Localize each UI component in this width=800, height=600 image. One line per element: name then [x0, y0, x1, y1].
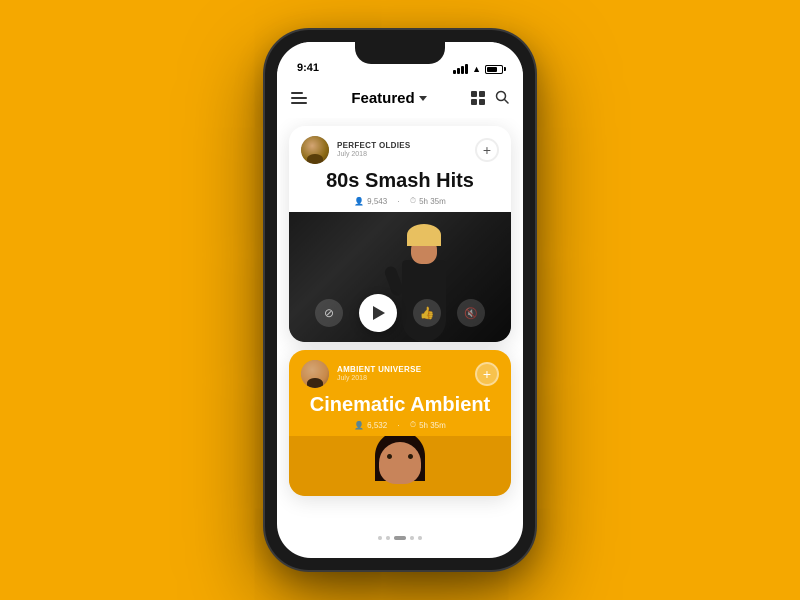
- singer2-left-eye: [387, 454, 392, 459]
- card1-meta: 👤 9,543 · ⏱ 5h 35m: [289, 196, 511, 212]
- card1-duration: ⏱ 5h 35m: [410, 196, 446, 206]
- card1-add-button[interactable]: +: [475, 138, 499, 162]
- grid-cell: [471, 99, 477, 105]
- phone-frame: 9:41 ▲ Featured: [265, 30, 535, 570]
- status-time: 9:41: [297, 62, 319, 74]
- app-header: Featured: [277, 78, 523, 118]
- grid-cell: [479, 99, 485, 105]
- card2-likes-count: 6,532: [367, 421, 387, 430]
- card1-user-info: PERFECT OLDIES July 2018: [337, 142, 411, 158]
- header-right-icons: [471, 90, 509, 107]
- singer-hair: [407, 224, 441, 246]
- menu-button[interactable]: [291, 92, 307, 104]
- status-icons: ▲: [453, 64, 503, 74]
- signal-icon: [453, 64, 468, 74]
- card2-bottom-image: [289, 436, 511, 496]
- notch: [355, 42, 445, 64]
- card2-dot-separator: ·: [397, 421, 400, 430]
- grid-view-icon[interactable]: [471, 91, 485, 105]
- singer2-right-eye: [408, 454, 413, 459]
- menu-line: [291, 102, 307, 104]
- card2-header: AMBIENT UNIVERSE July 2018 +: [289, 350, 511, 392]
- grid-cell: [479, 91, 485, 97]
- phone-screen: 9:41 ▲ Featured: [277, 42, 523, 558]
- card1-likes-count: 9,543: [367, 197, 387, 206]
- featured-dropdown[interactable]: Featured: [351, 90, 426, 107]
- card1-avatar: [301, 136, 329, 164]
- card1-user-date: July 2018: [337, 151, 411, 159]
- singer2-face: [379, 442, 421, 484]
- person-icon: 👤: [354, 421, 364, 430]
- search-icon[interactable]: [495, 90, 509, 107]
- person-icon: 👤: [354, 197, 364, 206]
- card-cinematic-ambient: AMBIENT UNIVERSE July 2018 + Cinematic A…: [289, 350, 511, 496]
- card2-duration: ⏱ 5h 35m: [410, 420, 446, 430]
- video-controls: ⊘ 👍 🔇: [289, 294, 511, 332]
- play-button[interactable]: [359, 294, 397, 332]
- grid-cell: [471, 91, 477, 97]
- header-title: Featured: [351, 90, 414, 107]
- like-button[interactable]: 👍: [413, 299, 441, 327]
- battery-icon: [485, 65, 503, 74]
- card-80s-smash-hits: PERFECT OLDIES July 2018 + 80s Smash Hit…: [289, 126, 511, 342]
- volume-mute-button[interactable]: 🔇: [457, 299, 485, 327]
- card1-header: PERFECT OLDIES July 2018 +: [289, 126, 511, 168]
- clock-icon: ⏱: [410, 196, 416, 206]
- card2-add-button[interactable]: +: [475, 362, 499, 386]
- card1-dot-separator: ·: [397, 197, 400, 206]
- no-entry-button[interactable]: ⊘: [315, 299, 343, 327]
- card2-user-name: AMBIENT UNIVERSE: [337, 366, 421, 375]
- card2-user-date: July 2018: [337, 375, 421, 383]
- card1-duration-value: 5h 35m: [419, 197, 446, 206]
- card2-meta: 👤 6,532 · ⏱ 5h 35m: [289, 420, 511, 436]
- card2-likes: 👤 6,532: [354, 421, 387, 430]
- scroll-content: PERFECT OLDIES July 2018 + 80s Smash Hit…: [277, 118, 523, 558]
- card1-video[interactable]: ⊘ 👍 🔇: [289, 212, 511, 342]
- card1-user: PERFECT OLDIES July 2018: [301, 136, 411, 164]
- card2-title: Cinematic Ambient: [289, 392, 511, 420]
- menu-line: [291, 97, 307, 99]
- card1-user-name: PERFECT OLDIES: [337, 142, 411, 151]
- chevron-down-icon: [419, 96, 427, 101]
- video-background: ⊘ 👍 🔇: [289, 212, 511, 342]
- card2-user-info: AMBIENT UNIVERSE July 2018: [337, 366, 421, 382]
- card1-title: 80s Smash Hits: [289, 168, 511, 196]
- card2-avatar: [301, 360, 329, 388]
- card1-likes: 👤 9,543: [354, 197, 387, 206]
- play-triangle-icon: [373, 306, 385, 320]
- card2-duration-value: 5h 35m: [419, 421, 446, 430]
- card2-user: AMBIENT UNIVERSE July 2018: [301, 360, 421, 388]
- clock-icon: ⏱: [410, 420, 416, 430]
- menu-line: [291, 92, 303, 94]
- wifi-icon: ▲: [472, 64, 481, 74]
